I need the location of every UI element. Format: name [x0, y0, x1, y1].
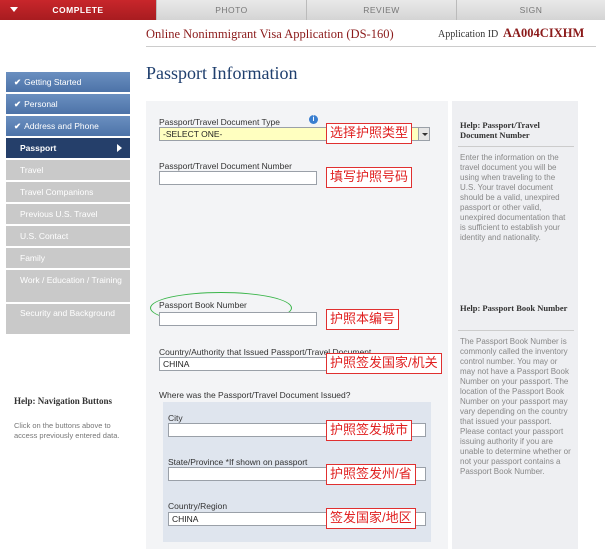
sidebar-item-family: Family: [6, 248, 130, 268]
tab-photo[interactable]: PHOTO: [157, 0, 307, 20]
application-id: AA004CIXHM: [503, 26, 585, 40]
sidebar-item-label: Family: [20, 253, 46, 263]
dropdown-arrow-icon[interactable]: [418, 128, 429, 140]
doc-type-value: -SELECT ONE-: [163, 129, 223, 139]
help-divider: [458, 146, 574, 147]
doc-number-field[interactable]: [159, 171, 317, 185]
application-title: Online Nonimmigrant Visa Application (DS…: [146, 27, 394, 41]
help-divider: [458, 330, 574, 331]
sidebar-item-label: Work / Education / Training: [20, 275, 122, 285]
country-label: Country/Region: [168, 501, 228, 511]
tab-complete-label: COMPLETE: [52, 5, 104, 15]
city-label: City: [168, 413, 183, 423]
tab-review[interactable]: REVIEW: [307, 0, 457, 20]
book-number-field[interactable]: [159, 312, 317, 326]
tab-complete[interactable]: COMPLETE: [0, 0, 157, 20]
help-doc-text: Enter the information on the travel docu…: [460, 153, 566, 242]
state-label: State/Province *If shown on passport: [168, 457, 308, 467]
info-icon[interactable]: i: [309, 115, 318, 124]
sidebar-help-text: Click on the buttons above to access pre…: [14, 421, 120, 440]
sidebar-item-security-background: Security and Background: [6, 304, 130, 334]
help-book-title: Help: Passport Book Number: [460, 303, 568, 313]
sidebar-item-label: Passport: [20, 143, 57, 153]
annotation-doc-number: 填写护照号码: [326, 167, 413, 188]
sidebar-help-title: Help: Navigation Buttons: [14, 396, 113, 406]
sidebar-item-label: Security and Background: [20, 308, 115, 318]
chevron-right-icon: [117, 144, 122, 152]
annotation-doc-type: 选择护照类型: [326, 123, 413, 144]
page-title: Passport Information: [146, 63, 298, 83]
annotation-country: 签发国家/地区: [326, 508, 416, 529]
sidebar-item-label: Address and Phone: [24, 121, 99, 131]
progress-tabbar: COMPLETE PHOTO REVIEW SIGN: [0, 0, 605, 20]
doc-type-label: Passport/Travel Document Type: [159, 117, 280, 127]
where-issued-label: Where was the Passport/Travel Document I…: [159, 390, 351, 400]
header-divider: [146, 46, 596, 47]
annotation-city: 护照签发城市: [326, 420, 413, 441]
annotation-issuing-country: 护照签发国家/机关: [326, 353, 442, 374]
help-book-text: The Passport Book Number is commonly cal…: [460, 337, 571, 476]
chevron-down-icon: [10, 7, 18, 12]
sidebar-item-work-education: Work / Education / Training: [6, 270, 130, 302]
sidebar-item-label: U.S. Contact: [20, 231, 69, 241]
sidebar-item-label: Travel Companions: [20, 187, 94, 197]
sidebar-item-personal[interactable]: ✔ Personal: [6, 94, 130, 114]
checkmark-icon: ✔: [14, 77, 22, 87]
book-number-label: Passport Book Number: [159, 300, 247, 310]
sidebar-item-getting-started[interactable]: ✔ Getting Started: [6, 72, 130, 92]
annotation-book-number: 护照本编号: [326, 309, 400, 330]
sidebar-item-label: Previous U.S. Travel: [20, 209, 98, 219]
application-id-label: Application ID: [438, 29, 499, 40]
sidebar-item-us-contact: U.S. Contact: [6, 226, 130, 246]
annotation-state: 护照签发州/省: [326, 464, 416, 485]
help-doc-title: Help: Passport/Travel Document Number: [460, 120, 540, 140]
sidebar-item-label: Travel: [20, 165, 44, 175]
sidebar-nav: ✔ Getting Started ✔ Personal ✔ Address and …: [6, 72, 130, 336]
sidebar-item-previous-us-travel: Previous U.S. Travel: [6, 204, 130, 224]
checkmark-icon: ✔: [14, 99, 22, 109]
tab-sign[interactable]: SIGN: [457, 0, 605, 20]
sidebar-item-passport[interactable]: Passport: [6, 138, 130, 158]
sidebar-item-label: Personal: [24, 99, 58, 109]
doc-number-label: Passport/Travel Document Number: [159, 161, 292, 171]
sidebar-item-address-phone[interactable]: ✔ Address and Phone: [6, 116, 130, 136]
sidebar-item-travel: Travel: [6, 160, 130, 180]
sidebar-item-travel-companions: Travel Companions: [6, 182, 130, 202]
checkmark-icon: ✔: [14, 121, 22, 131]
sidebar-item-label: Getting Started: [24, 77, 82, 87]
